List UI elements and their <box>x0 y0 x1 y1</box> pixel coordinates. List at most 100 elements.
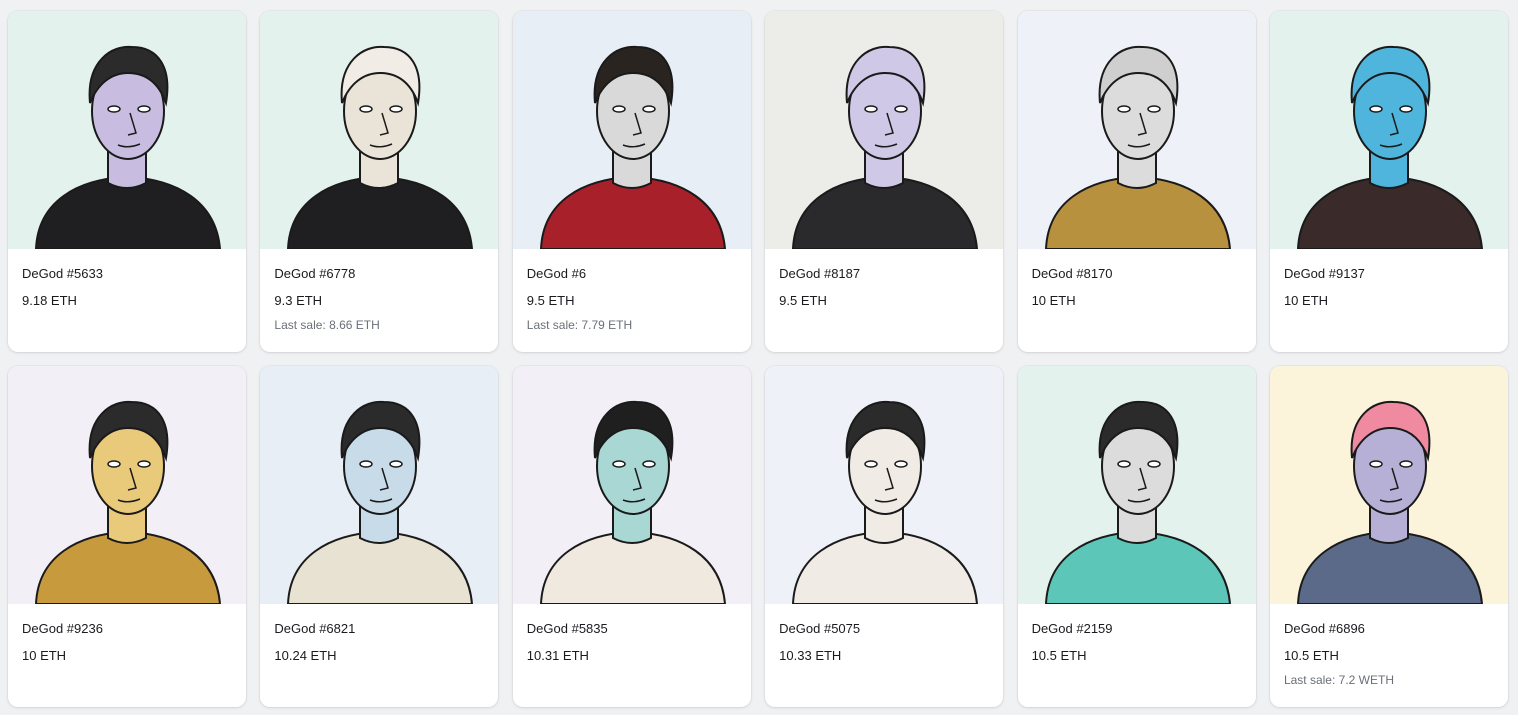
eye-shape <box>642 460 656 468</box>
nft-card-body: DeGod #9137 10 ETH <box>1270 249 1508 309</box>
nft-card-body: DeGod #5835 10.31 ETH <box>513 604 751 664</box>
nft-price: 10.5 ETH <box>1031 648 1087 663</box>
nft-name[interactable]: DeGod #5835 <box>527 621 737 637</box>
nft-card[interactable]: DeGod #6 9.5 ETH Last sale: 7.79 ETH <box>512 11 751 352</box>
nft-name[interactable]: DeGod #5075 <box>779 621 989 637</box>
nft-card[interactable]: DeGod #8187 9.5 ETH <box>765 11 1004 352</box>
nft-price: 10 ETH <box>22 648 67 663</box>
nft-card-body: DeGod #8170 10 ETH <box>1018 249 1256 309</box>
nft-price: 9.5 ETH <box>779 293 827 308</box>
nft-card-body: DeGod #6778 9.3 ETH Last sale: 8.66 ETH <box>260 249 498 333</box>
nft-card[interactable]: DeGod #6778 9.3 ETH Last sale: 8.66 ETH <box>260 11 499 352</box>
eye-shape <box>1369 460 1383 468</box>
nft-image[interactable] <box>765 11 1004 249</box>
nft-image[interactable] <box>1017 366 1256 604</box>
nft-card[interactable]: DeGod #9236 10 ETH <box>8 366 246 707</box>
nft-price: 10.33 ETH <box>779 648 842 663</box>
nft-card-body: DeGod #5633 9.18 ETH <box>8 249 246 309</box>
eye-shape <box>107 460 121 468</box>
nft-artwork <box>34 45 222 249</box>
eye-shape <box>1116 105 1131 113</box>
nft-card-body: DeGod #6896 10.5 ETH Last sale: 7.2 WETH <box>1270 604 1508 688</box>
nft-image[interactable] <box>512 11 751 249</box>
nft-card[interactable]: DeGod #9137 10 ETH <box>1269 11 1508 352</box>
nft-name[interactable]: DeGod #5633 <box>22 266 232 282</box>
nft-card[interactable]: DeGod #8170 10 ETH <box>1017 11 1256 352</box>
nft-name[interactable]: DeGod #9236 <box>22 621 232 637</box>
eye-shape <box>1399 460 1413 468</box>
nft-card-body: DeGod #8187 9.5 ETH <box>765 249 1003 309</box>
nft-artwork <box>1296 45 1483 249</box>
nft-card-body: DeGod #6821 10.24 ETH <box>260 604 498 664</box>
nft-card[interactable]: DeGod #5835 10.31 ETH <box>512 366 751 707</box>
nft-last-sale: Last sale: 7.2 WETH <box>1283 673 1394 687</box>
nft-image[interactable] <box>8 11 246 249</box>
eye-shape <box>864 460 878 468</box>
nft-price: 10 ETH <box>1031 293 1076 308</box>
nft-artwork <box>1044 45 1231 249</box>
eye-shape <box>137 460 151 468</box>
nft-artwork <box>539 45 726 249</box>
eye-shape <box>612 460 626 468</box>
nft-image[interactable] <box>765 366 1004 604</box>
nft-card-body: DeGod #6 9.5 ETH Last sale: 7.79 ETH <box>513 249 751 333</box>
eye-shape <box>1399 105 1413 113</box>
eye-shape <box>1116 460 1131 468</box>
nft-price: 9.18 ETH <box>22 293 77 308</box>
nft-image[interactable] <box>1017 11 1256 249</box>
nft-card[interactable]: DeGod #5075 10.33 ETH <box>765 366 1004 707</box>
eye-shape <box>612 105 626 113</box>
eye-shape <box>389 460 404 468</box>
nft-price: 10.24 ETH <box>274 648 337 663</box>
nft-image[interactable] <box>260 366 499 604</box>
eye-shape <box>137 105 151 113</box>
nft-name[interactable]: DeGod #6896 <box>1284 621 1494 637</box>
nft-image[interactable] <box>1269 366 1508 604</box>
nft-artwork <box>287 400 474 604</box>
eye-shape <box>1146 105 1161 113</box>
nft-card[interactable]: DeGod #6821 10.24 ETH <box>260 366 499 707</box>
nft-card[interactable]: DeGod #2159 10.5 ETH <box>1017 366 1256 707</box>
nft-image[interactable] <box>8 366 246 604</box>
nft-artwork <box>287 45 474 249</box>
nft-price: 9.3 ETH <box>274 293 323 308</box>
eye-shape <box>864 105 878 113</box>
nft-artwork <box>792 45 979 249</box>
nft-card-body: DeGod #2159 10.5 ETH <box>1018 604 1256 664</box>
nft-card-body: DeGod #5075 10.33 ETH <box>765 604 1003 664</box>
eye-shape <box>359 105 374 113</box>
nft-name[interactable]: DeGod #6778 <box>274 266 484 282</box>
nft-name[interactable]: DeGod #6 <box>527 266 737 282</box>
nft-card[interactable]: DeGod #6896 10.5 ETH Last sale: 7.2 WETH <box>1269 366 1508 707</box>
nft-card[interactable]: DeGod #5633 9.18 ETH <box>8 11 246 352</box>
eye-shape <box>642 105 656 113</box>
nft-price: 10.31 ETH <box>526 648 589 663</box>
nft-name[interactable]: DeGod #2159 <box>1032 621 1242 637</box>
nft-artwork <box>1296 400 1483 604</box>
nft-name[interactable]: DeGod #8187 <box>779 266 989 282</box>
eye-shape <box>894 105 908 113</box>
eye-shape <box>1146 460 1161 468</box>
nft-image[interactable] <box>260 11 499 249</box>
nft-name[interactable]: DeGod #6821 <box>274 621 484 637</box>
nft-image[interactable] <box>1269 11 1508 249</box>
nft-price: 9.5 ETH <box>526 293 575 308</box>
nft-artwork <box>792 400 979 604</box>
nft-artwork <box>34 400 222 604</box>
eye-shape <box>359 460 374 468</box>
nft-image[interactable] <box>512 366 751 604</box>
nft-price: 10.5 ETH <box>1283 648 1339 663</box>
nft-price: 10 ETH <box>1283 293 1329 308</box>
nft-artwork <box>539 400 726 604</box>
nft-name[interactable]: DeGod #8170 <box>1032 266 1242 282</box>
eye-shape <box>389 105 404 113</box>
nft-name[interactable]: DeGod #9137 <box>1284 266 1494 282</box>
nft-last-sale: Last sale: 8.66 ETH <box>274 318 380 332</box>
eye-shape <box>894 460 908 468</box>
nft-card-body: DeGod #9236 10 ETH <box>8 604 246 664</box>
eye-shape <box>1369 105 1383 113</box>
eye-shape <box>107 105 121 113</box>
nft-last-sale: Last sale: 7.79 ETH <box>526 318 633 332</box>
nft-artwork <box>1044 400 1231 604</box>
nft-grid: DeGod #5633 9.18 ETH DeGod #6778 9.3 ETH… <box>8 11 1508 707</box>
